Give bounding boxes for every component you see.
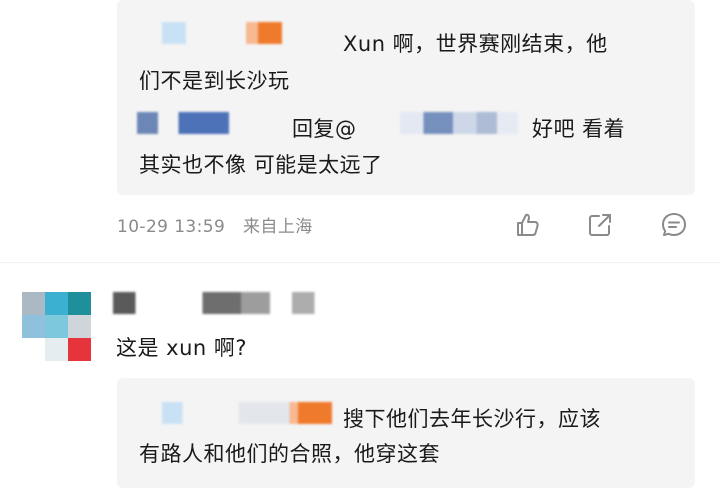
reply-to-label: 回复@	[292, 117, 357, 141]
reply-text-line: 有路人和他们的合照，他穿这套	[139, 442, 440, 466]
reply-text-line: Xun 啊，世界赛刚结束，他	[343, 32, 608, 56]
like-icon[interactable]	[512, 210, 542, 240]
username-blurred[interactable]	[162, 22, 282, 44]
divider	[0, 262, 720, 263]
reply-text-line: 搜下他们去年长沙行，应该	[343, 407, 601, 431]
avatar[interactable]	[22, 292, 92, 362]
reply-text-line: 们不是到长沙玩	[139, 69, 290, 93]
nested-replies-box	[117, 378, 695, 488]
comment-text: 这是 xun 啊?	[116, 336, 248, 360]
mentioned-username-blurred[interactable]	[400, 112, 518, 134]
username-blurred[interactable]	[137, 112, 229, 134]
username-blurred[interactable]	[162, 402, 332, 424]
timestamp: 10-29 13:59	[117, 217, 226, 237]
comment-icon[interactable]	[659, 210, 689, 240]
reply-text-line: 其实也不像 可能是太远了	[139, 153, 383, 177]
comment-meta: 10-29 13:59 来自上海	[117, 212, 313, 237]
share-icon[interactable]	[585, 210, 615, 240]
username-blurred[interactable]	[113, 292, 433, 314]
reply-text-line: 好吧 看着	[532, 117, 626, 141]
location: 来自上海	[243, 217, 313, 237]
